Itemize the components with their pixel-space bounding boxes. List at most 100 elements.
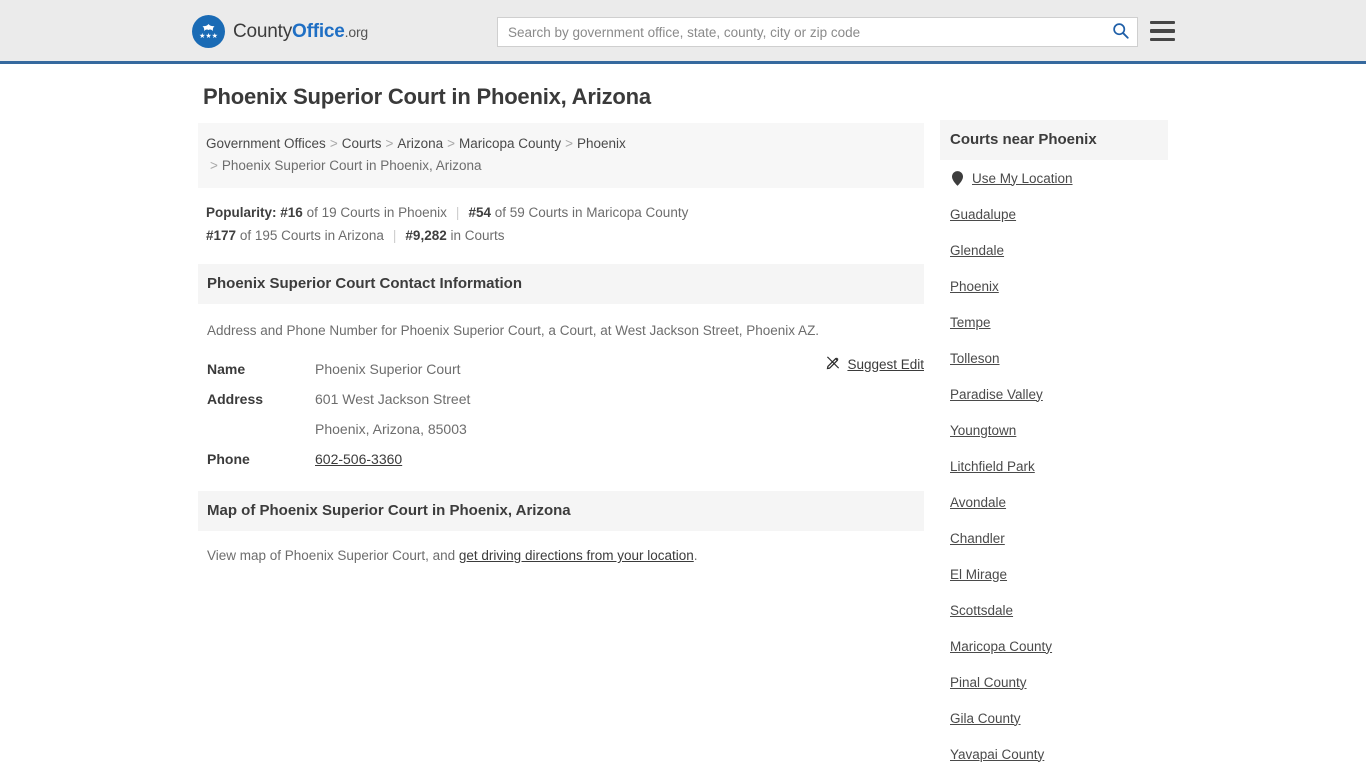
divider: | bbox=[392, 228, 397, 243]
sidebar-item-glendale[interactable]: Glendale bbox=[950, 232, 1158, 268]
breadcrumb-separator: > bbox=[329, 136, 338, 151]
breadcrumb-separator: > bbox=[447, 136, 456, 151]
sidebar-item-gila-county[interactable]: Gila County bbox=[950, 700, 1158, 736]
contact-section-heading: Phoenix Superior Court Contact Informati… bbox=[198, 264, 924, 304]
sidebar-link[interactable]: Scottsdale bbox=[950, 603, 1013, 618]
site-logo[interactable]: ★★★ CountyOffice.org bbox=[192, 15, 368, 48]
breadcrumb-separator: > bbox=[565, 136, 573, 151]
map-description-prefix: View map of Phoenix Superior Court, and bbox=[207, 548, 459, 563]
sidebar-item-tempe[interactable]: Tempe bbox=[950, 304, 1158, 340]
popularity-item-maricopa-county: #54 of 59 Courts in Maricopa County bbox=[468, 205, 688, 220]
sidebar-link[interactable]: Pinal County bbox=[950, 675, 1027, 690]
suggest-edit-button[interactable]: Suggest Edit bbox=[826, 355, 924, 373]
popularity-item-courts: #9,282 in Courts bbox=[405, 228, 504, 243]
use-my-location-link[interactable]: Use My Location bbox=[972, 171, 1073, 186]
main-content: Phoenix Superior Court in Phoenix, Arizo… bbox=[198, 84, 924, 563]
sidebar-item-litchfield-park[interactable]: Litchfield Park bbox=[950, 448, 1158, 484]
suggest-edit-link[interactable]: Suggest Edit bbox=[847, 357, 924, 372]
sidebar-item-pinal-county[interactable]: Pinal County bbox=[950, 664, 1158, 700]
sidebar-link[interactable]: Paradise Valley bbox=[950, 387, 1043, 402]
popularity-rank: #16 bbox=[280, 205, 303, 220]
detail-key: Name bbox=[207, 361, 246, 377]
sidebar-link[interactable]: Avondale bbox=[950, 495, 1006, 510]
page-title: Phoenix Superior Court in Phoenix, Arizo… bbox=[203, 84, 651, 109]
breadcrumb-separator: > bbox=[210, 158, 218, 173]
contact-section-description: Address and Phone Number for Phoenix Sup… bbox=[207, 323, 820, 338]
popularity-rank: #9,282 bbox=[405, 228, 447, 243]
sidebar-item-maricopa-county[interactable]: Maricopa County bbox=[950, 628, 1158, 664]
phone-link[interactable]: 602-506-3360 bbox=[315, 451, 402, 467]
detail-value-street: 601 West Jackson Street bbox=[315, 391, 471, 407]
popularity-text: of 195 Courts in Arizona bbox=[239, 228, 384, 243]
popularity-item-phoenix: #16 of 19 Courts in Phoenix bbox=[280, 205, 447, 220]
breadcrumb-item-phoenix[interactable]: Phoenix bbox=[577, 136, 626, 151]
detail-key bbox=[207, 414, 315, 444]
map-description-suffix: . bbox=[693, 548, 698, 563]
hamburger-menu-icon[interactable] bbox=[1150, 21, 1175, 41]
breadcrumb-item-government-offices[interactable]: Government Offices bbox=[206, 136, 326, 151]
sidebar-list: Use My Location Guadalupe Glendale Phoen… bbox=[940, 160, 1168, 768]
sidebar-link[interactable]: Phoenix bbox=[950, 279, 999, 294]
logo-text-dotorg: .org bbox=[344, 23, 369, 40]
sidebar-link[interactable]: Gila County bbox=[950, 711, 1021, 726]
popularity-text: of 59 Courts in Maricopa County bbox=[494, 205, 689, 220]
sidebar-item-phoenix[interactable]: Phoenix bbox=[950, 268, 1158, 304]
driving-directions-link[interactable]: get driving directions from your locatio… bbox=[459, 548, 694, 563]
breadcrumb-current: Phoenix Superior Court in Phoenix, Arizo… bbox=[221, 158, 482, 173]
logo-text: CountyOffice.org bbox=[233, 21, 368, 43]
sidebar-item-tolleson[interactable]: Tolleson bbox=[950, 340, 1158, 376]
edit-pencil-icon bbox=[826, 355, 841, 373]
popularity-text: of 19 Courts in Phoenix bbox=[306, 205, 447, 220]
map-section-description: View map of Phoenix Superior Court, and … bbox=[198, 531, 924, 563]
hamburger-bar bbox=[1150, 37, 1175, 41]
detail-value-name: Phoenix Superior Court bbox=[315, 361, 461, 377]
logo-text-office: Office bbox=[292, 20, 345, 42]
detail-key: Address bbox=[207, 391, 264, 407]
sidebar-link[interactable]: Tempe bbox=[950, 315, 991, 330]
breadcrumb-item-courts[interactable]: Courts bbox=[342, 136, 382, 151]
search-button[interactable] bbox=[1103, 18, 1137, 46]
breadcrumb: Government Offices > Courts > Arizona > Marico… bbox=[198, 123, 924, 188]
hamburger-bar bbox=[1150, 29, 1175, 33]
contact-details: Suggest Edit Name Phoenix Superior Court… bbox=[198, 354, 924, 474]
breadcrumb-item-arizona[interactable]: Arizona bbox=[397, 136, 443, 151]
popularity-text: in Courts bbox=[450, 228, 505, 243]
search-bar bbox=[497, 17, 1138, 47]
detail-value-city-state-zip: Phoenix, Arizona, 85003 bbox=[315, 421, 467, 437]
breadcrumb-item-maricopa-county[interactable]: Maricopa County bbox=[459, 136, 561, 151]
sidebar-link[interactable]: Maricopa County bbox=[950, 639, 1052, 654]
hamburger-bar bbox=[1150, 21, 1175, 25]
sidebar-item-youngtown[interactable]: Youngtown bbox=[950, 412, 1158, 448]
sidebar-item-avondale[interactable]: Avondale bbox=[950, 484, 1158, 520]
sidebar: Courts near Phoenix Use My Location Guad… bbox=[940, 120, 1168, 768]
sidebar-item-guadalupe[interactable]: Guadalupe bbox=[950, 196, 1158, 232]
site-header: ★★★ CountyOffice.org bbox=[0, 0, 1366, 64]
map-pin-icon bbox=[950, 170, 964, 186]
sidebar-link[interactable]: Youngtown bbox=[950, 423, 1016, 438]
sidebar-link[interactable]: Glendale bbox=[950, 243, 1004, 258]
sidebar-link[interactable]: El Mirage bbox=[950, 567, 1007, 582]
detail-key: Phone bbox=[207, 451, 250, 467]
sidebar-item-use-my-location[interactable]: Use My Location bbox=[950, 160, 1158, 196]
popularity-item-arizona: #177 of 195 Courts in Arizona bbox=[206, 228, 384, 243]
sidebar-link[interactable]: Litchfield Park bbox=[950, 459, 1035, 474]
sidebar-item-paradise-valley[interactable]: Paradise Valley bbox=[950, 376, 1158, 412]
detail-value-phone: 602-506-3360 bbox=[315, 444, 402, 474]
sidebar-item-yavapai-county[interactable]: Yavapai County bbox=[950, 736, 1158, 768]
search-input[interactable] bbox=[498, 18, 1103, 46]
sidebar-link[interactable]: Yavapai County bbox=[950, 747, 1044, 762]
popularity-rank: #177 bbox=[206, 228, 237, 243]
sidebar-link[interactable]: Tolleson bbox=[950, 351, 1000, 366]
breadcrumb-separator: > bbox=[385, 136, 394, 151]
sidebar-item-chandler[interactable]: Chandler bbox=[950, 520, 1158, 556]
detail-row-name: Name Phoenix Superior Court bbox=[207, 354, 915, 384]
popularity-rankings: Popularity: #16 of 19 Courts in Phoenix |… bbox=[206, 201, 766, 247]
divider: | bbox=[455, 205, 460, 220]
eagle-seal-icon: ★★★ bbox=[192, 15, 225, 48]
stars-icon: ★★★ bbox=[199, 33, 218, 40]
sidebar-item-scottsdale[interactable]: Scottsdale bbox=[950, 592, 1158, 628]
sidebar-link[interactable]: Chandler bbox=[950, 531, 1005, 546]
sidebar-item-el-mirage[interactable]: El Mirage bbox=[950, 556, 1158, 592]
sidebar-heading: Courts near Phoenix bbox=[940, 120, 1168, 160]
sidebar-link[interactable]: Guadalupe bbox=[950, 207, 1016, 222]
